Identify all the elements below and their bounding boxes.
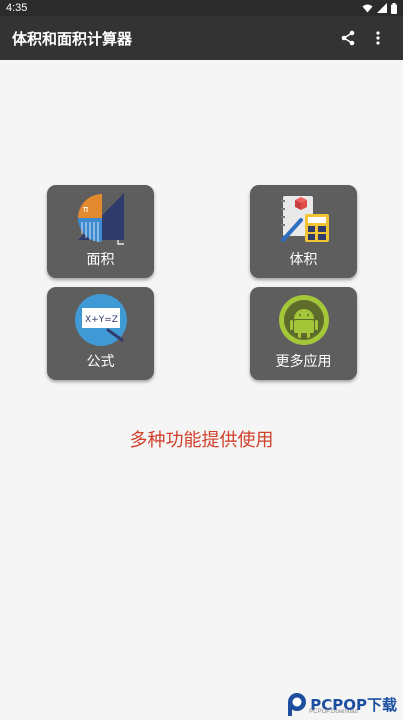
more-apps-tile-label: 更多应用: [275, 354, 332, 370]
app-title: 体积和面积计算器: [12, 29, 133, 48]
watermark-sub: PCPOP.Download: [309, 709, 358, 715]
formula-icon: X+Y=Z: [75, 294, 127, 346]
svg-text:X+Y=Z: X+Y=Z: [85, 315, 118, 325]
status-icons: [362, 2, 397, 14]
signal-icon: [377, 3, 387, 13]
volume-icon: [281, 196, 329, 242]
android-icon: [279, 295, 329, 345]
area-tile[interactable]: π 面积: [47, 185, 154, 278]
watermark: PCPOP下载 PCPOP.Download: [287, 692, 397, 716]
pcpop-logo-icon: [288, 693, 307, 716]
app-bar: 体积和面积计算器: [0, 16, 403, 60]
wifi-icon: [362, 4, 373, 12]
area-icon: π: [78, 193, 124, 245]
battery-icon: [391, 2, 397, 14]
volume-tile-label: 体积: [289, 252, 318, 268]
share-button[interactable]: [333, 23, 363, 53]
more-options-button[interactable]: [363, 23, 393, 53]
area-tile-label: 面积: [86, 252, 115, 268]
status-time: 4:35: [6, 2, 28, 14]
share-icon: [341, 30, 355, 46]
volume-tile[interactable]: 体积: [250, 185, 357, 278]
formula-tile-label: 公式: [86, 354, 115, 370]
more-vert-icon: [376, 31, 380, 45]
formula-tile[interactable]: X+Y=Z 公式: [47, 287, 154, 380]
svg-text:π: π: [83, 205, 89, 215]
more-apps-tile[interactable]: 更多应用: [250, 287, 357, 380]
tagline: 多种功能提供使用: [129, 430, 274, 451]
status-bar: 4:35: [0, 0, 403, 16]
